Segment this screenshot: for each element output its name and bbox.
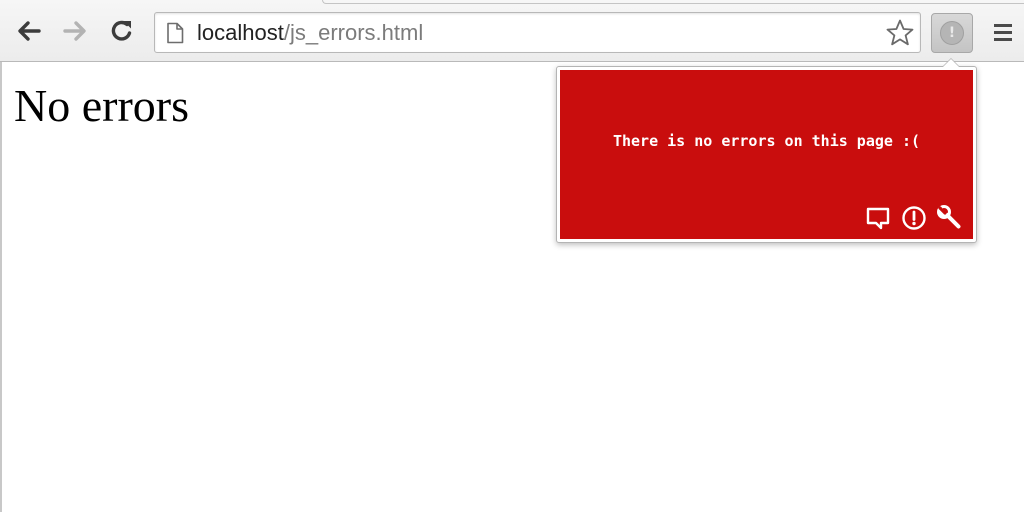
forward-arrow-icon — [63, 21, 86, 41]
popup-arrow — [942, 58, 960, 67]
settings-button[interactable] — [936, 204, 964, 232]
extension-button[interactable]: ! — [931, 13, 973, 53]
page-heading: No errors — [14, 80, 189, 131]
address-bar[interactable]: localhost/js_errors.html — [154, 12, 921, 53]
url-path: /js_errors.html — [283, 20, 424, 45]
extension-badge: ! — [948, 25, 956, 41]
url-host: localhost — [197, 20, 284, 45]
popup-panel: There is no errors on this page :( — [560, 70, 973, 239]
reload-icon — [111, 20, 132, 41]
page-icon — [167, 22, 184, 44]
back-button[interactable] — [12, 14, 46, 48]
comment-button[interactable] — [864, 204, 892, 232]
forward-button[interactable] — [58, 14, 92, 48]
alert-icon — [902, 206, 926, 230]
popup-message: There is no errors on this page :( — [612, 132, 921, 150]
hamburger-menu-icon-bar — [994, 31, 1012, 34]
tab-edge — [322, 0, 1024, 4]
menu-button[interactable] — [988, 18, 1018, 48]
url-text[interactable]: localhost/js_errors.html — [197, 13, 423, 52]
extension-icon: ! — [940, 21, 964, 45]
popup-actions — [864, 204, 964, 232]
reload-button[interactable] — [105, 14, 139, 48]
browser-toolbar: localhost/js_errors.html ! — [0, 0, 1024, 62]
wrench-icon — [937, 205, 961, 229]
back-arrow-icon — [18, 21, 41, 41]
errors-button[interactable] — [900, 204, 928, 232]
star-icon[interactable] — [884, 17, 916, 49]
browser-window: localhost/js_errors.html ! No errors The… — [0, 0, 1024, 512]
hamburger-menu-icon-bar — [994, 24, 1012, 27]
comment-icon — [866, 207, 890, 230]
hamburger-menu-icon-bar — [994, 38, 1012, 41]
extension-popup: There is no errors on this page :( — [556, 58, 977, 243]
